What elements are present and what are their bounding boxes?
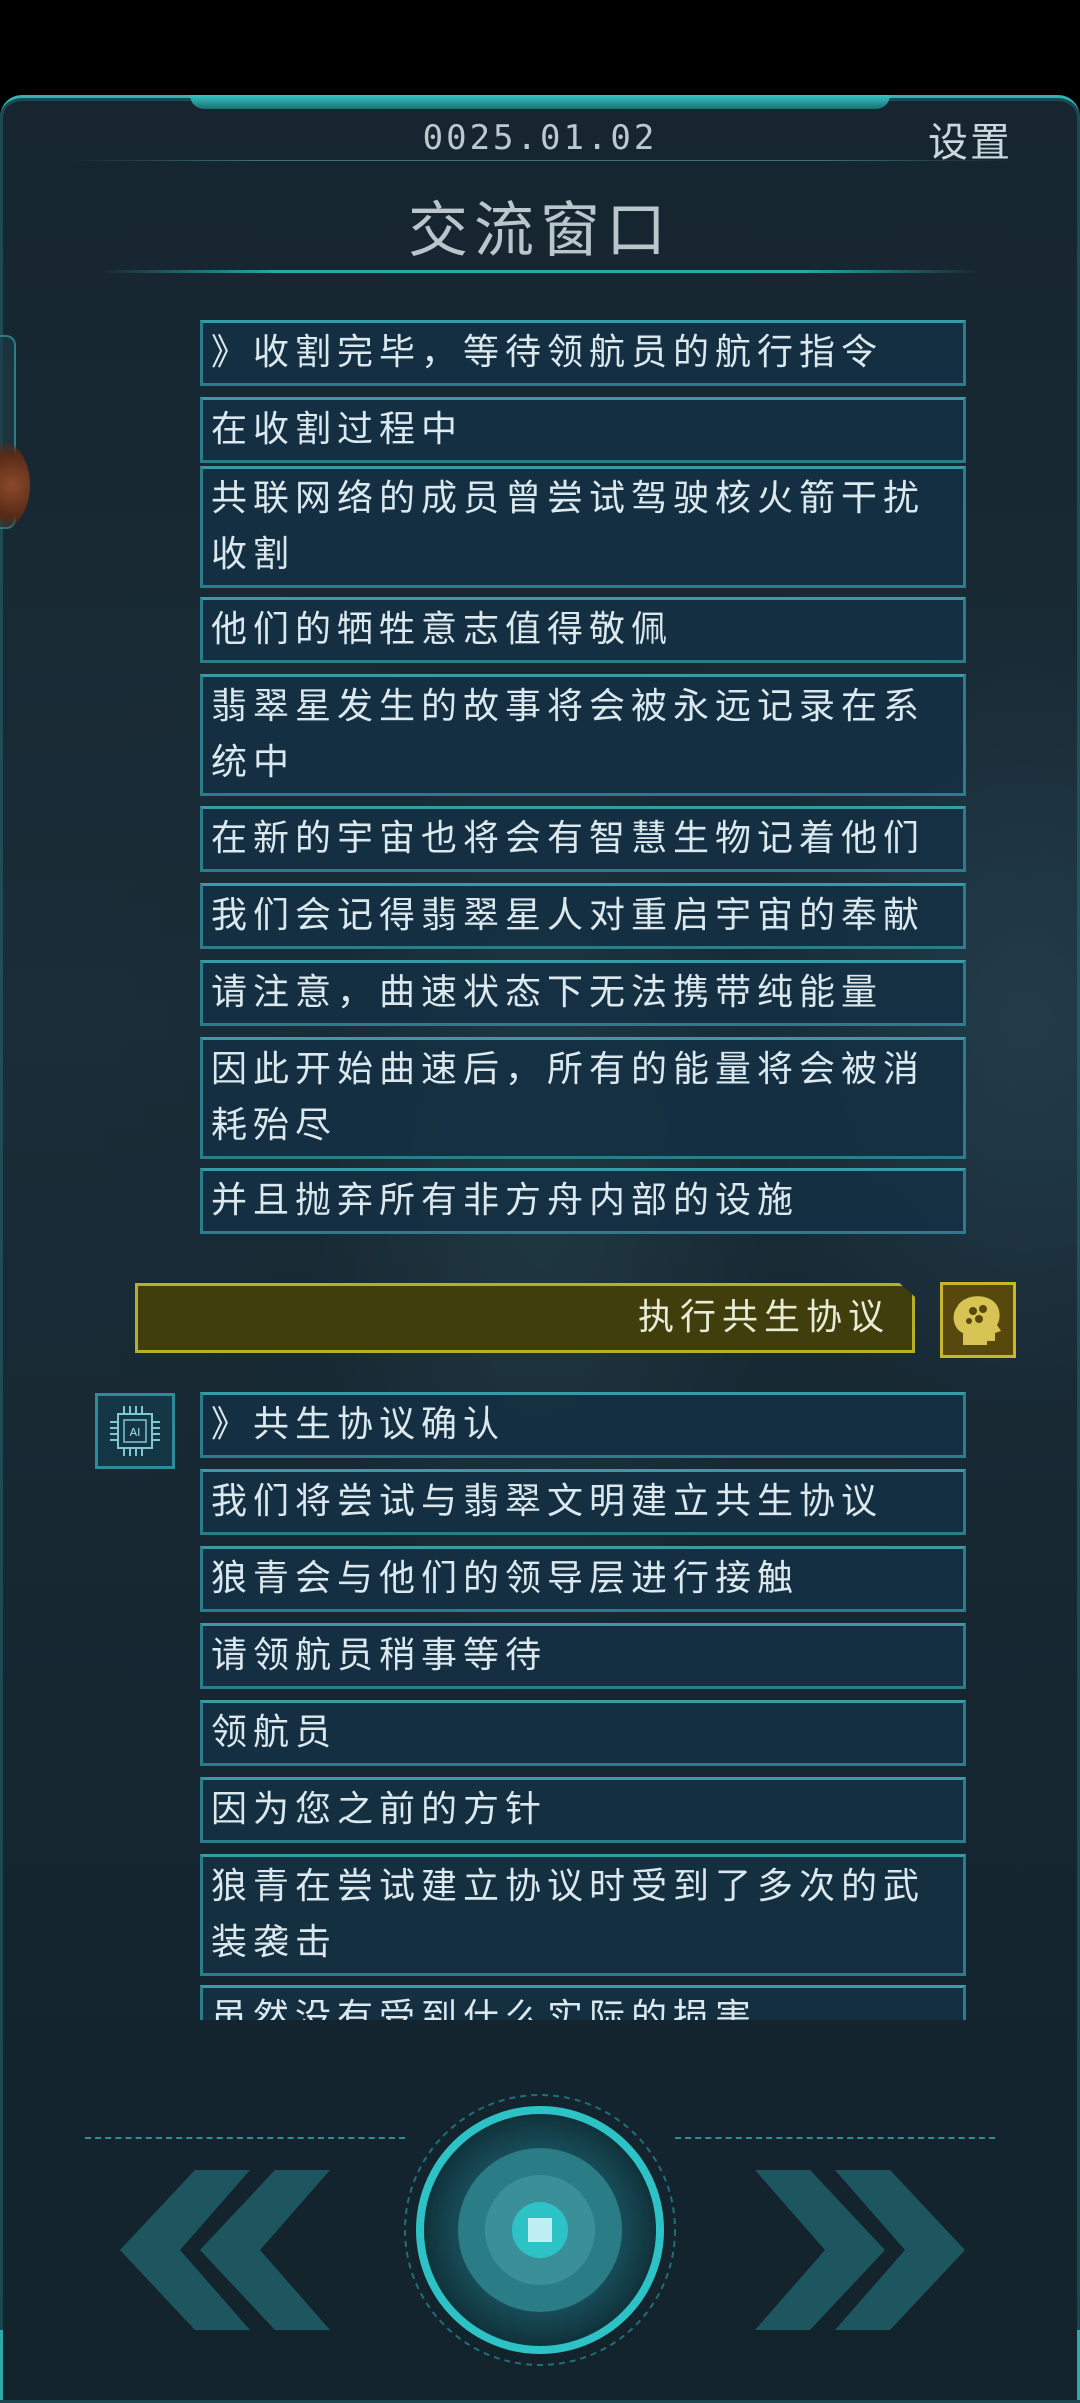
chat-message-line: 统中 <box>211 742 296 783</box>
chat-message-line: 领航员 <box>211 1712 338 1753</box>
chat-message-line: 在收割过程中 <box>211 409 464 450</box>
chat-message-line: 狼青在尝试建立协议时受到了多次的武 <box>211 1866 926 1907</box>
chat-message: 虽然没有受到什么实际的损害 <box>200 1985 966 2020</box>
chat-message-line: 请领航员稍事等待 <box>211 1635 548 1676</box>
chat-message-line: 我们会记得翡翠星人对重启宇宙的奉献 <box>211 895 926 936</box>
chat-message: 领航员 <box>200 1700 966 1766</box>
user-message: 执行共生协议 <box>135 1283 915 1353</box>
chat-message-line: 》共生协议确认 <box>211 1404 506 1445</box>
chat-message: 因此开始曲速后，所有的能量将会被消 耗殆尽 <box>200 1037 966 1159</box>
frame-corner-left <box>0 2330 17 2400</box>
user-avatar <box>940 1282 1016 1358</box>
core-orb-icon <box>404 2094 676 2366</box>
chat-message-line: 收割 <box>211 534 296 575</box>
header-divider <box>70 160 1010 161</box>
page-title: 交流窗口 <box>408 196 672 266</box>
chat-message-line: 请注意，曲速状态下无法携带纯能量 <box>211 972 884 1013</box>
status-bar <box>0 0 1080 95</box>
chat-message: 并且抛弃所有非方舟内部的设施 <box>200 1168 966 1234</box>
prev-button[interactable] <box>100 2170 330 2330</box>
chat-message: 我们将尝试与翡翠文明建立共生协议 <box>200 1469 966 1535</box>
chat-message: 狼青会与他们的领导层进行接触 <box>200 1546 966 1612</box>
brain-head-icon <box>953 1296 1001 1345</box>
ai-avatar: AI <box>95 1393 175 1469</box>
chat-message-line: 因为您之前的方针 <box>211 1789 548 1830</box>
chat-message-line: 因此开始曲速后，所有的能量将会被消 <box>211 1049 926 1090</box>
chat-message-line: 翡翠星发生的故事将会被永远记录在系 <box>211 686 926 727</box>
chat-message-line: 并且抛弃所有非方舟内部的设施 <box>211 1180 800 1221</box>
chat-message-line: 》收割完毕，等待领航员的航行指令 <box>211 332 884 373</box>
double-chevron-left-icon <box>120 2170 330 2330</box>
chat-message-line: 耗殆尽 <box>211 1105 338 1146</box>
chat-message: 》收割完毕，等待领航员的航行指令 <box>200 320 966 386</box>
chat-message: 共联网络的成员曾尝试驾驶核火箭干扰 收割 <box>200 466 966 588</box>
chat-message: 》共生协议确认 <box>200 1392 966 1458</box>
chat-message-line: 共联网络的成员曾尝试驾驶核火箭干扰 <box>211 478 926 519</box>
chat-message: 因为您之前的方针 <box>200 1777 966 1843</box>
next-button[interactable] <box>755 2170 985 2330</box>
dashed-line-left <box>85 2137 405 2141</box>
chat-message: 在收割过程中 <box>200 397 966 463</box>
chat-message: 狼青在尝试建立协议时受到了多次的武 装袭击 <box>200 1854 966 1976</box>
title-underline <box>100 270 980 273</box>
center-action-button[interactable] <box>402 2092 678 2368</box>
ai-chip-label: AI <box>130 1426 141 1439</box>
chat-message: 请领航员稍事等待 <box>200 1623 966 1689</box>
ai-chip-icon: AI <box>110 1406 160 1456</box>
chat-message-line: 狼青会与他们的领导层进行接触 <box>211 1558 800 1599</box>
chat-log[interactable]: 》收割完毕，等待领航员的航行指令 在收割过程中共联网络的成员曾尝试驾驶核火箭干扰收… <box>0 320 1080 2020</box>
chat-message-line: 我们将尝试与翡翠文明建立共生协议 <box>211 1481 884 1522</box>
chat-message-line: 在新的宇宙也将会有智慧生物记着他们 <box>211 818 926 859</box>
chat-message-line: 装袭击 <box>211 1922 338 1963</box>
chat-message: 我们会记得翡翠星人对重启宇宙的奉献 <box>200 883 966 949</box>
double-chevron-right-icon <box>755 2170 965 2330</box>
chat-message-line: 虽然没有受到什么实际的损害 <box>211 1997 758 2020</box>
chat-message: 请注意，曲速状态下无法携带纯能量 <box>200 960 966 1026</box>
chat-message: 在新的宇宙也将会有智慧生物记着他们 <box>200 806 966 872</box>
game-date: 0025.01.02 <box>422 118 658 158</box>
frame-top-glow <box>190 95 890 109</box>
chat-message-line: 他们的牺牲意志值得敬佩 <box>211 609 674 650</box>
frame-corner-right <box>1063 2330 1080 2400</box>
dashed-line-right <box>675 2137 995 2141</box>
chat-message: 他们的牺牲意志值得敬佩 <box>200 597 966 663</box>
chat-message: 翡翠星发生的故事将会被永远记录在系 统中 <box>200 674 966 796</box>
